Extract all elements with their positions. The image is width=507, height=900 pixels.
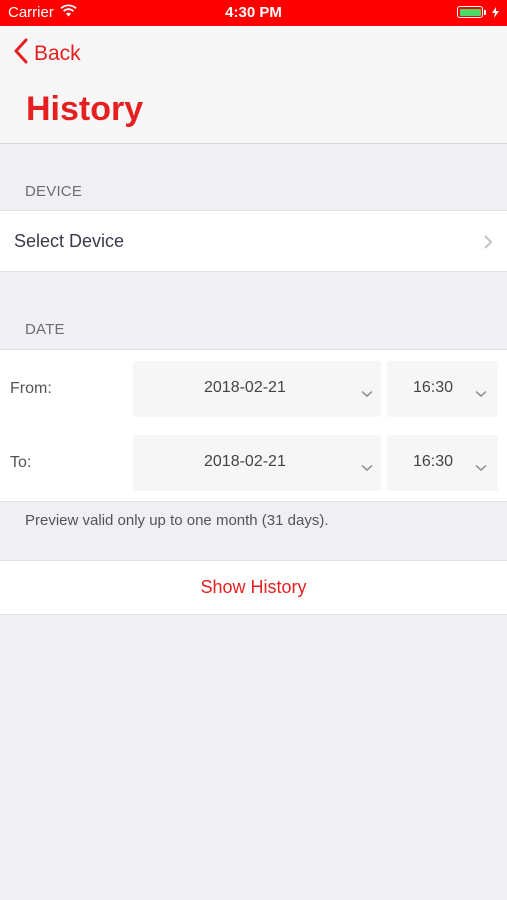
navigation-bar: Back History [0,26,507,144]
to-date-value: 2018-02-21 [204,453,286,470]
chevron-right-icon [484,235,493,254]
status-bar: Carrier 4:30 PM [0,0,507,26]
from-time-select[interactable]: 16:30 [387,361,498,417]
from-date-select[interactable]: 2018-02-21 [133,361,381,417]
chevron-down-icon [475,459,487,477]
date-range-note: Preview valid only up to one month (31 d… [25,512,329,529]
status-time: 4:30 PM [225,4,282,21]
date-range-block: From: 2018-02-21 16:30 To: 2018-02-21 16… [0,349,507,502]
chevron-left-icon [14,38,34,70]
chevron-down-icon [361,385,373,403]
to-time-value: 16:30 [413,453,454,470]
from-label: From: [10,380,52,397]
from-time-value: 16:30 [413,379,454,396]
to-time-select[interactable]: 16:30 [387,435,498,491]
show-history-label: Show History [200,577,307,597]
back-label: Back [34,42,81,65]
show-history-button[interactable]: Show History [0,560,507,615]
select-device-row[interactable]: Select Device [0,210,507,272]
battery-icon [457,6,499,18]
to-date-select[interactable]: 2018-02-21 [133,435,381,491]
device-section-header: DEVICE [25,183,83,200]
back-button[interactable]: Back [14,38,81,70]
chevron-down-icon [361,459,373,477]
page-title: History [26,90,144,128]
select-device-label: Select Device [14,231,125,251]
to-label: To: [10,454,32,471]
from-date-value: 2018-02-21 [204,379,286,396]
chevron-down-icon [475,385,487,403]
date-section-header: DATE [25,321,65,338]
